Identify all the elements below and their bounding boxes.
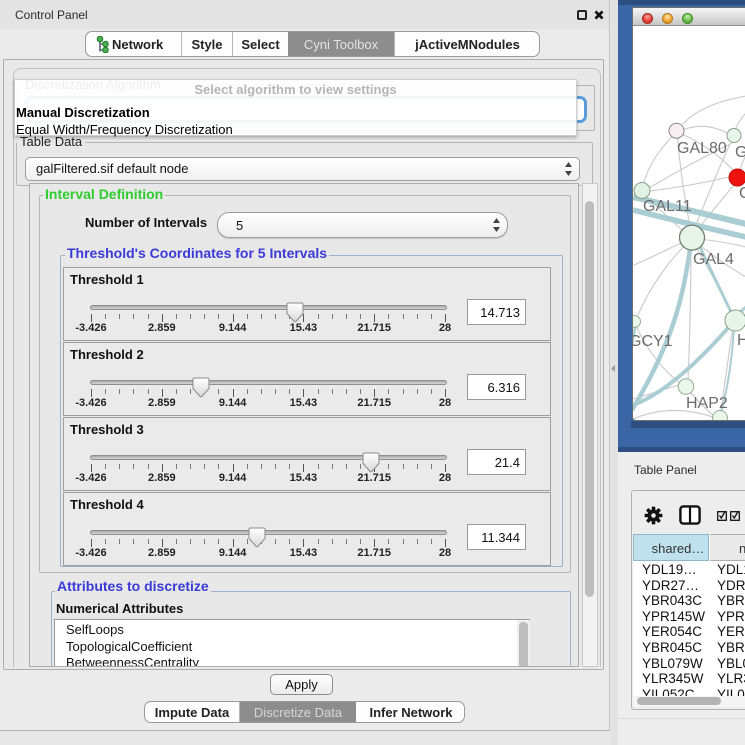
svg-text:GAL4: GAL4 <box>693 251 734 268</box>
svg-text:GAL3: GAL3 <box>735 144 745 161</box>
svg-text:GAL11: GAL11 <box>643 198 692 215</box>
svg-text:HAP2: HAP2 <box>686 395 728 412</box>
svg-text:HIS4: HIS4 <box>737 332 745 349</box>
svg-text:GCY1: GCY1 <box>633 333 673 350</box>
svg-text:CDC2: CDC2 <box>739 185 745 202</box>
svg-text:GAL80: GAL80 <box>677 140 727 157</box>
